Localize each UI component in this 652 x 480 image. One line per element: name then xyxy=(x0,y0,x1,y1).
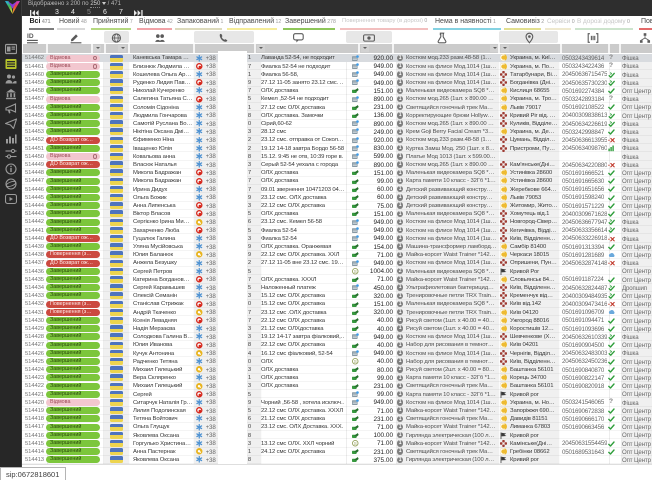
svg-text:ID: ID xyxy=(27,33,34,40)
